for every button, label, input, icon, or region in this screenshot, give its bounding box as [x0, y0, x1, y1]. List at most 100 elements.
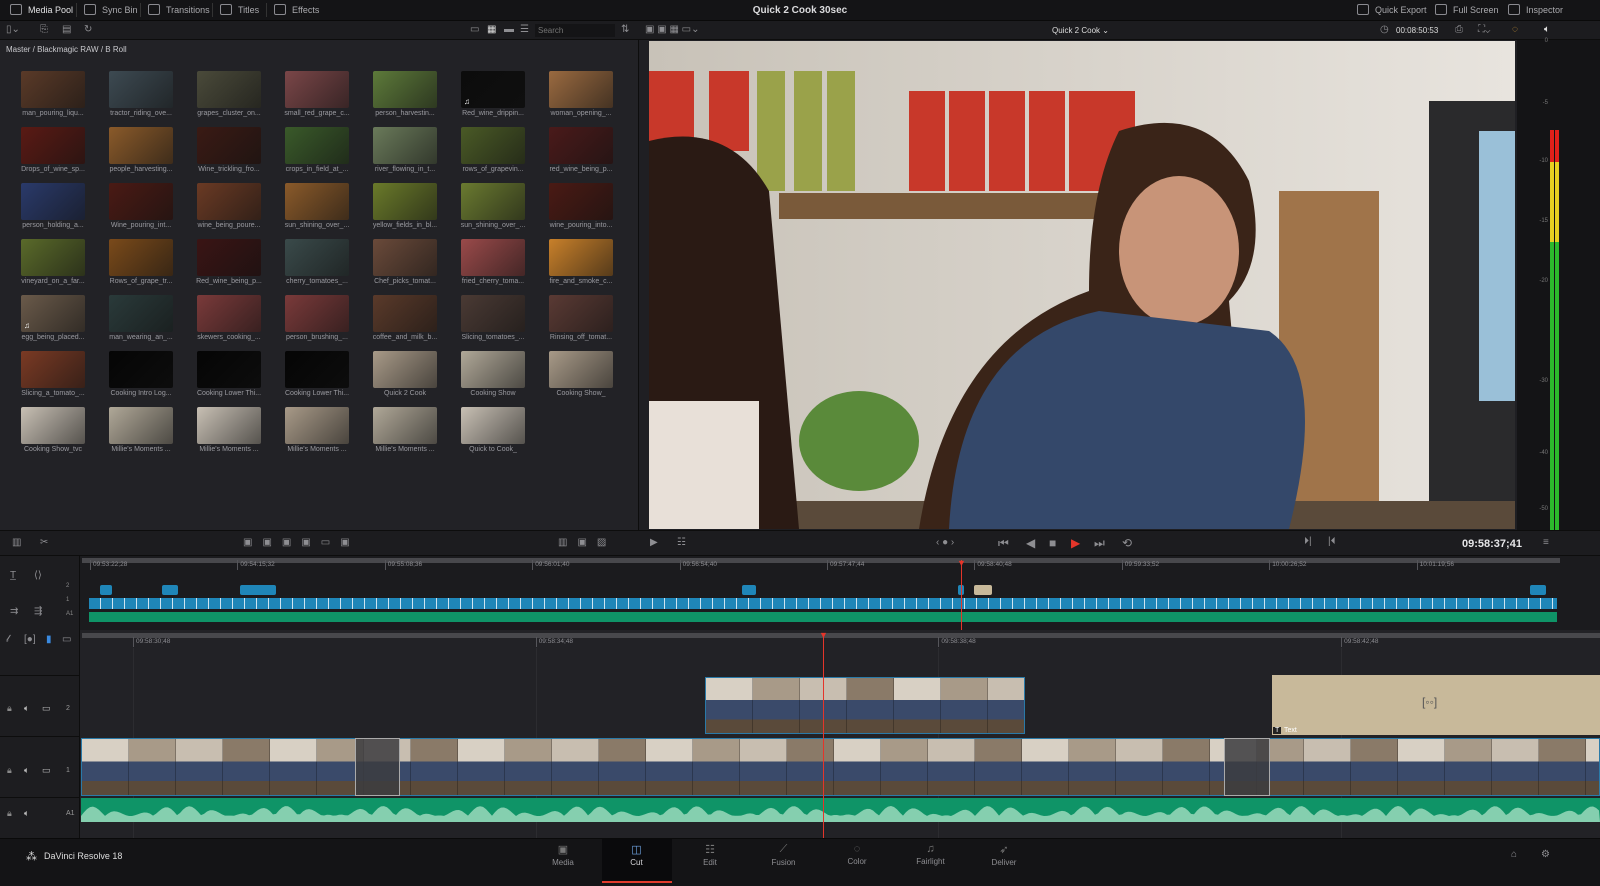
- page-color[interactable]: ◌ Color: [822, 843, 892, 866]
- clip-thumbnail[interactable]: [461, 239, 525, 276]
- menu-icon[interactable]: ≡: [1543, 537, 1549, 548]
- lock-icon[interactable]: 🔒︎: [7, 765, 12, 776]
- upper-v2-clip[interactable]: [240, 585, 276, 595]
- clip-thumbnail[interactable]: [373, 351, 437, 388]
- video-clip-v2[interactable]: [705, 677, 1025, 734]
- clip-thumbnail[interactable]: [285, 407, 349, 444]
- text-clip[interactable]: [◦◦] T Text: [1272, 675, 1600, 735]
- clip-thumbnail[interactable]: [285, 239, 349, 276]
- filmstrip-view-icon[interactable]: ▬: [504, 24, 514, 35]
- go-to-end-icon[interactable]: ⏭︎: [1094, 536, 1105, 551]
- clip-thumbnail[interactable]: [21, 407, 85, 444]
- tab-media-pool[interactable]: Media Pool: [10, 4, 73, 15]
- snapping-icon[interactable]: 𝓁: [6, 634, 9, 645]
- page-fairlight[interactable]: ♫ Fairlight: [896, 843, 966, 866]
- clip-thumbnail[interactable]: [21, 183, 85, 220]
- clip-thumbnail[interactable]: [373, 183, 437, 220]
- speaker-icon[interactable]: 🔈︎: [24, 703, 29, 714]
- edit-actions-icons[interactable]: ▣▣▣▣▭▣: [243, 537, 360, 548]
- clip-thumbnail[interactable]: [109, 239, 173, 276]
- clip-thumbnail[interactable]: [285, 295, 349, 332]
- lock-icon[interactable]: 🔒︎: [7, 808, 12, 819]
- clip-thumbnail[interactable]: [549, 351, 613, 388]
- clip-thumbnail[interactable]: [21, 239, 85, 276]
- transition-2[interactable]: [1224, 738, 1270, 796]
- list-view-icon[interactable]: ☰: [520, 24, 529, 35]
- clip-thumbnail[interactable]: [197, 295, 261, 332]
- thumbnail-view-icon[interactable]: ▦: [487, 24, 496, 35]
- volume-icon[interactable]: 🔈︎: [1544, 24, 1550, 35]
- color-wheel-icon[interactable]: ◌: [1512, 24, 1518, 35]
- upper-playhead[interactable]: [961, 560, 962, 630]
- clip-thumbnail[interactable]: [373, 239, 437, 276]
- jog-control[interactable]: ‹ ● ›: [936, 537, 954, 548]
- sort-icon[interactable]: ⇅: [621, 24, 629, 35]
- tab-transitions[interactable]: Transitions: [148, 4, 210, 15]
- clip-thumbnail[interactable]: [461, 407, 525, 444]
- upper-v1-track[interactable]: [89, 598, 1557, 609]
- clip-thumbnail[interactable]: [197, 127, 261, 164]
- track-view-icon[interactable]: ▭: [62, 634, 71, 645]
- clip-thumbnail[interactable]: [549, 127, 613, 164]
- scissors-icon[interactable]: ✂: [40, 537, 48, 548]
- play-reverse-icon[interactable]: ◀︎: [1026, 536, 1035, 550]
- clip-thumbnail[interactable]: [461, 351, 525, 388]
- timeline-view-icons[interactable]: ▥▣▨: [558, 537, 616, 548]
- clip-thumbnail[interactable]: [285, 127, 349, 164]
- playback-mode-icon[interactable]: ▶︎: [650, 537, 658, 548]
- timeline-selector[interactable]: Quick 2 Cook ⌄: [1052, 26, 1109, 35]
- upper-ruler[interactable]: [82, 558, 1560, 563]
- main-playhead[interactable]: [823, 633, 824, 838]
- clip-thumbnail[interactable]: [197, 407, 261, 444]
- zoom-options-icon[interactable]: ⛶⌄: [1478, 24, 1490, 35]
- go-to-start-icon[interactable]: ⏮︎: [998, 536, 1009, 551]
- quick-export-button[interactable]: Quick Export: [1357, 4, 1427, 15]
- lock-icon[interactable]: 🔒︎: [7, 703, 12, 714]
- clip-thumbnail[interactable]: [109, 71, 173, 108]
- import-folder-icon[interactable]: ▤: [62, 24, 71, 35]
- speaker-icon[interactable]: 🔈︎: [24, 765, 29, 776]
- upper-timeline[interactable]: T̲ ⟨⟩ ⇉ ⇶ 09:53:22;28 09:54:15;32 09:55:08…: [0, 556, 1600, 630]
- sidebar-toggle-icon[interactable]: ▯⌄: [6, 24, 20, 35]
- clip-thumbnail[interactable]: [21, 127, 85, 164]
- scene-detect-icon[interactable]: ▥: [12, 537, 21, 548]
- page-fusion[interactable]: ⟋ Fusion: [749, 843, 819, 867]
- audio-options-icon[interactable]: ⇶: [34, 606, 42, 617]
- clip-thumbnail[interactable]: ♫: [461, 71, 525, 108]
- tab-effects[interactable]: Effects: [274, 4, 319, 15]
- main-timeline[interactable]: 𝓁 [●] ▮ ▭ 09:58:30;48 09:58:34;48 09:58:38…: [0, 630, 1600, 838]
- audio-scrub-icon[interactable]: [●]: [24, 634, 36, 645]
- clip-thumbnail[interactable]: [373, 295, 437, 332]
- clip-thumbnail[interactable]: [285, 351, 349, 388]
- upper-v2-clip[interactable]: [974, 585, 992, 595]
- clip-thumbnail[interactable]: [285, 183, 349, 220]
- clip-thumbnail[interactable]: [109, 183, 173, 220]
- clip-thumbnail[interactable]: [109, 295, 173, 332]
- video-viewer[interactable]: [649, 41, 1515, 529]
- monitor-icon[interactable]: ▭: [42, 765, 51, 776]
- full-screen-button[interactable]: Full Screen: [1435, 4, 1499, 15]
- mark-out-icon[interactable]: |⏴: [1328, 536, 1336, 547]
- metadata-view-icon[interactable]: ▭: [470, 24, 479, 35]
- clip-thumbnail[interactable]: [373, 127, 437, 164]
- clip-thumbnail[interactable]: [373, 71, 437, 108]
- lock-track-icon[interactable]: T̲: [10, 570, 16, 581]
- clip-thumbnail[interactable]: [21, 351, 85, 388]
- page-edit[interactable]: ☷ Edit: [675, 843, 745, 867]
- clip-thumbnail[interactable]: [197, 71, 261, 108]
- audio-clip-a1[interactable]: [81, 798, 1600, 822]
- settings-gear-icon[interactable]: ⚙: [1541, 849, 1550, 860]
- clip-thumbnail[interactable]: [461, 127, 525, 164]
- page-media[interactable]: ▣ Media: [528, 843, 598, 867]
- clip-thumbnail[interactable]: [461, 295, 525, 332]
- clip-thumbnail[interactable]: [549, 183, 613, 220]
- clip-thumbnail[interactable]: [285, 71, 349, 108]
- mark-in-icon[interactable]: ⏵|: [1304, 536, 1312, 547]
- tab-sync-bin[interactable]: Sync Bin: [84, 4, 138, 15]
- clip-thumbnail[interactable]: [549, 239, 613, 276]
- clip-thumbnail[interactable]: [109, 351, 173, 388]
- play-icon[interactable]: ▶︎: [1071, 536, 1080, 550]
- upper-v2-clip[interactable]: [1530, 585, 1546, 595]
- safe-area-icon[interactable]: ⎙: [1455, 24, 1463, 35]
- clip-thumbnail[interactable]: [197, 183, 261, 220]
